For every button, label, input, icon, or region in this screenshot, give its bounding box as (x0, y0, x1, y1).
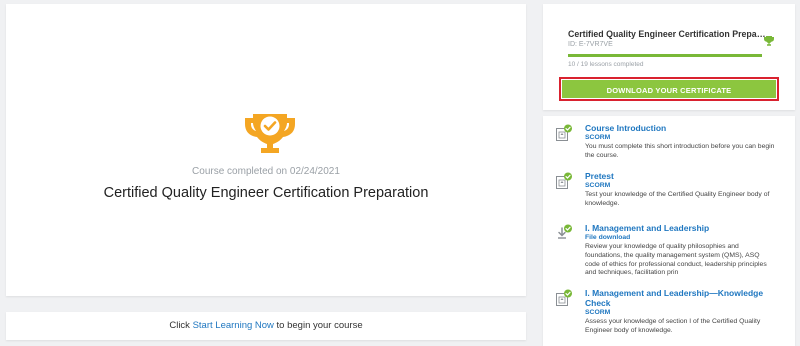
lessons-completed-text: 10 / 19 lessons completed (568, 61, 644, 68)
scorm-package-completed-icon (556, 172, 572, 189)
lesson-title[interactable]: Course Introduction (585, 123, 767, 134)
course-summary-panel: Certified Quality Engineer Certification… (543, 4, 795, 110)
start-learning-card: Click Start Learning Now to begin your c… (6, 312, 526, 340)
lesson-description: Test your knowledge of the Certified Qua… (585, 191, 770, 207)
scorm-package-completed-icon (556, 124, 572, 141)
download-certificate-button[interactable]: DOWNLOAD YOUR CERTIFICATE (559, 77, 779, 101)
course-title: Certified Quality Engineer Certification… (103, 185, 429, 201)
lesson-type: File download (585, 234, 631, 241)
start-learning-link[interactable]: Start Learning Now (193, 320, 274, 331)
lesson-type: SCORM (585, 309, 611, 316)
lesson-type: SCORM (585, 182, 611, 189)
start-learning-text: Click Start Learning Now to begin your c… (6, 320, 526, 331)
start-prefix: Click (169, 320, 193, 331)
lesson-description: Assess your knowledge of section I of th… (585, 318, 761, 334)
lessons-list: Course Introduction SCORM You must compl… (543, 116, 795, 346)
completion-date-text: Course completed on 02/24/2021 (192, 166, 340, 177)
lesson-type: SCORM (585, 134, 611, 141)
lesson-description: Review your knowledge of quality philoso… (585, 243, 767, 277)
download-completed-icon (558, 224, 572, 239)
lesson-description: You must complete this short introductio… (585, 143, 775, 159)
lesson-title[interactable]: I. Management and Leadership—Knowledge C… (585, 288, 767, 308)
lesson-title[interactable]: Pretest (585, 171, 767, 182)
course-status-card: Course completed on 02/24/2021 Certified… (6, 4, 526, 296)
trophy-icon (764, 36, 774, 46)
course-id: ID: E-7VR7VE (568, 41, 613, 48)
scorm-package-completed-icon (556, 289, 572, 306)
start-suffix: to begin your course (273, 320, 363, 331)
sidebar-course-title: Certified Quality Engineer Certification… (568, 29, 766, 39)
trophy-check-icon (245, 114, 295, 153)
lesson-title[interactable]: I. Management and Leadership (585, 223, 767, 234)
progress-bar-fill (568, 54, 762, 57)
progress-bar (568, 54, 762, 57)
